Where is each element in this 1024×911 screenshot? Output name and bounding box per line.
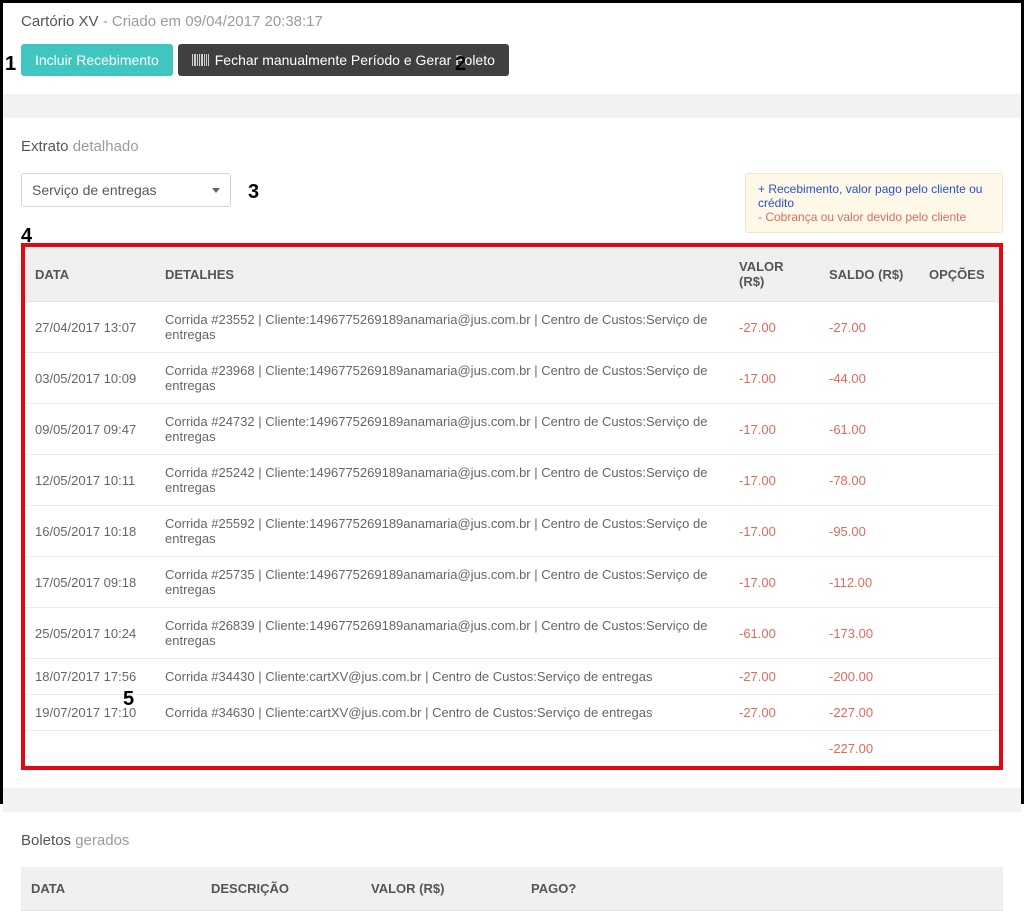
cell-detalhes: Corrida #26839 | Cliente:1496775269189an… (155, 608, 729, 659)
cell-data: 16/05/2017 10:18 (25, 506, 155, 557)
table-row: 19/07/2017 17:10Corrida #34630 | Cliente… (25, 695, 999, 731)
cell-data: 25/05/2017 10:24 (25, 608, 155, 659)
cell-saldo: -78.00 (819, 455, 919, 506)
cell-opcoes (919, 659, 999, 695)
cell-valor: -17.00 (729, 557, 819, 608)
extrato-section-title: Extrato detalhado (21, 138, 1003, 155)
extrato-title-light: detalhado (73, 138, 139, 155)
incluir-recebimento-label: Incluir Recebimento (35, 52, 159, 68)
boletos-section-title: Boletos gerados (21, 832, 1003, 849)
created-prefix: - Criado em (99, 13, 186, 30)
centro-custos-select[interactable]: Serviço de entregas (21, 173, 231, 207)
table-row: 16/05/2017 10:18Corrida #25592 | Cliente… (25, 506, 999, 557)
cell-data: 19/07/2017 17:10 (25, 695, 155, 731)
extrato-table-highlight: DATA DETALHES VALOR (R$) SALDO (R$) OPÇÕ… (21, 243, 1003, 770)
annotation-2: 2 (455, 53, 466, 76)
table-row: 18/07/2017 17:56Corrida #34430 | Cliente… (25, 659, 999, 695)
cell-opcoes (919, 353, 999, 404)
chevron-down-icon (212, 188, 220, 193)
extrato-title-bold: Extrato (21, 138, 69, 155)
bcol-empty2 (912, 867, 1003, 911)
boletos-title-bold: Boletos (21, 832, 71, 849)
boletos-title-light: gerados (75, 832, 129, 849)
cell-valor: -27.00 (729, 695, 819, 731)
cell-saldo: -200.00 (819, 659, 919, 695)
cell-data: 17/05/2017 09:18 (25, 557, 155, 608)
cell-valor: -27.00 (729, 659, 819, 695)
cell-opcoes (919, 695, 999, 731)
cell-saldo: -227.00 (819, 695, 919, 731)
cell-saldo: -173.00 (819, 608, 919, 659)
cell-data: 27/04/2017 13:07 (25, 302, 155, 353)
table-row: 17/05/2017 09:18Corrida #25735 | Cliente… (25, 557, 999, 608)
cell-opcoes (919, 302, 999, 353)
cell-valor: -17.00 (729, 455, 819, 506)
bcol-empty1 (821, 867, 912, 911)
cell-detalhes: Corrida #23552 | Cliente:1496775269189an… (155, 302, 729, 353)
cell-saldo: -27.00 (819, 302, 919, 353)
centro-custos-selected: Serviço de entregas (32, 182, 157, 198)
cell-valor: -17.00 (729, 353, 819, 404)
client-name: Cartório XV (21, 13, 99, 30)
cell-opcoes (919, 608, 999, 659)
cell-saldo: -44.00 (819, 353, 919, 404)
cell-opcoes (919, 455, 999, 506)
annotation-1: 1 (5, 53, 16, 76)
col-valor: VALOR (R$) (729, 247, 819, 302)
legend-positive: + Recebimento, valor pago pelo cliente o… (758, 182, 990, 210)
cell-valor: -61.00 (729, 608, 819, 659)
cell-valor: -17.00 (729, 404, 819, 455)
cell-valor: -17.00 (729, 506, 819, 557)
fechar-periodo-label: Fechar manualmente Período e Gerar Bolet… (215, 52, 495, 68)
page-header: Cartório XV - Criado em 09/04/2017 20:38… (21, 13, 1003, 30)
annotation-3: 3 (248, 181, 259, 204)
bcol-data: DATA (21, 867, 201, 911)
cell-detalhes: Corrida #23968 | Cliente:1496775269189an… (155, 353, 729, 404)
boletos-table: DATA DESCRIÇÃO VALOR (R$) PAGO? (21, 867, 1003, 911)
col-data: DATA (25, 247, 155, 302)
table-row: 12/05/2017 10:11Corrida #25242 | Cliente… (25, 455, 999, 506)
section-divider (3, 94, 1021, 118)
cell-saldo: -95.00 (819, 506, 919, 557)
cell-data: 03/05/2017 10:09 (25, 353, 155, 404)
cell-saldo: -61.00 (819, 404, 919, 455)
bcol-descricao: DESCRIÇÃO (201, 867, 361, 911)
cell-data: 09/05/2017 09:47 (25, 404, 155, 455)
barcode-icon (192, 54, 209, 66)
cell-data: 18/07/2017 17:56 (25, 659, 155, 695)
annotation-4: 4 (21, 225, 32, 248)
col-saldo: SALDO (R$) (819, 247, 919, 302)
table-row: 03/05/2017 10:09Corrida #23968 | Cliente… (25, 353, 999, 404)
cell-detalhes: Corrida #25735 | Cliente:1496775269189an… (155, 557, 729, 608)
cell-valor: -27.00 (729, 302, 819, 353)
cell-detalhes: Corrida #25242 | Cliente:1496775269189an… (155, 455, 729, 506)
section-divider (3, 788, 1021, 812)
created-at: 09/04/2017 20:38:17 (185, 13, 323, 30)
extrato-table: DATA DETALHES VALOR (R$) SALDO (R$) OPÇÕ… (25, 247, 999, 766)
annotation-5: 5 (123, 688, 134, 711)
cell-opcoes (919, 557, 999, 608)
table-row: 09/05/2017 09:47Corrida #24732 | Cliente… (25, 404, 999, 455)
cell-opcoes (919, 404, 999, 455)
footer-saldo: -227.00 (819, 731, 919, 767)
col-detalhes: DETALHES (155, 247, 729, 302)
table-row: 27/04/2017 13:07Corrida #23552 | Cliente… (25, 302, 999, 353)
cell-detalhes: Corrida #24732 | Cliente:1496775269189an… (155, 404, 729, 455)
bcol-pago: PAGO? (521, 867, 821, 911)
table-row: 25/05/2017 10:24Corrida #26839 | Cliente… (25, 608, 999, 659)
incluir-recebimento-button[interactable]: Incluir Recebimento (21, 44, 173, 76)
bcol-valor: VALOR (R$) (361, 867, 521, 911)
cell-opcoes (919, 506, 999, 557)
cell-data: 12/05/2017 10:11 (25, 455, 155, 506)
legend-negative: - Cobrança ou valor devido pelo cliente (758, 210, 990, 224)
col-opcoes: OPÇÕES (919, 247, 999, 302)
cell-detalhes: Corrida #25592 | Cliente:1496775269189an… (155, 506, 729, 557)
legend-box: + Recebimento, valor pago pelo cliente o… (745, 173, 1003, 233)
cell-detalhes: Corrida #34430 | Cliente:cartXV@jus.com.… (155, 659, 729, 695)
cell-saldo: -112.00 (819, 557, 919, 608)
cell-detalhes: Corrida #34630 | Cliente:cartXV@jus.com.… (155, 695, 729, 731)
